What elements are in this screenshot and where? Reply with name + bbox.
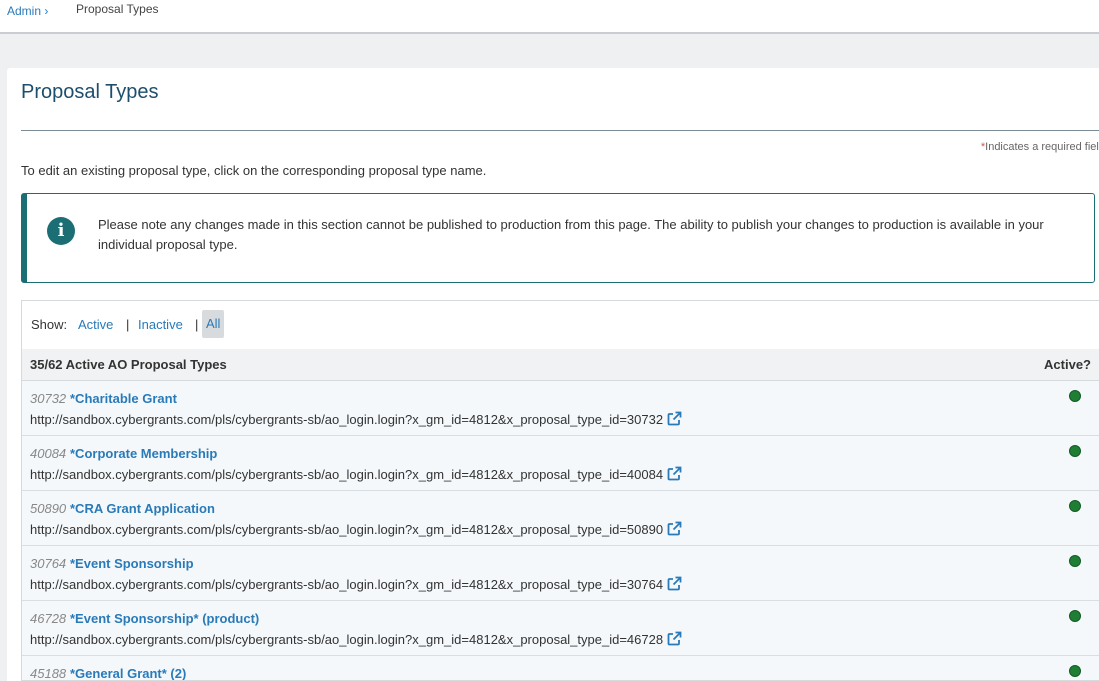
required-field-note: *Indicates a required field [981, 141, 1099, 153]
active-status-dot-icon [1069, 390, 1081, 402]
proposal-type-id: 30732 [30, 391, 67, 406]
proposal-type-id: 30764 [30, 556, 67, 571]
active-status-dot-icon [1069, 500, 1081, 512]
table-row: 30764 *Event Sponsorship http://sandbox.cy… [22, 546, 1099, 601]
proposal-type-id: 40084 [30, 446, 67, 461]
proposal-type-url-text: http://sandbox.cybergrants.com/pls/cyber… [30, 467, 664, 482]
external-link-icon[interactable] [667, 411, 682, 429]
info-alert: i Please note any changes made in this s… [21, 193, 1095, 283]
page-title: Proposal Types [21, 81, 159, 103]
active-status-dot-icon [1069, 610, 1081, 622]
show-label: Show: [31, 317, 68, 332]
filter-all-link[interactable]: All [202, 310, 225, 338]
proposal-type-url-text: http://sandbox.cybergrants.com/pls/cyber… [30, 632, 664, 647]
instructions-text: To edit an existing proposal type, click… [21, 163, 487, 178]
required-note-text: Indicates a required field [985, 141, 1099, 153]
main-panel: Proposal Types *Indicates a required fie… [7, 68, 1099, 681]
filter-inactive-link[interactable]: Inactive [138, 317, 183, 332]
proposal-type-url: http://sandbox.cybergrants.com/pls/cyber… [30, 466, 682, 484]
table-row: 30732 *Charitable Grant http://sandbox.cyb… [22, 381, 1099, 436]
proposal-type-url: http://sandbox.cybergrants.com/pls/cyber… [30, 631, 682, 649]
proposal-type-name-link[interactable]: *Event Sponsorship [70, 556, 194, 571]
external-link-icon[interactable] [667, 631, 682, 649]
proposal-type-id: 45188 [30, 666, 67, 681]
table-header-active: Active? [1044, 357, 1091, 372]
active-status-dot-icon [1069, 665, 1081, 677]
proposal-type-url-text: http://sandbox.cybergrants.com/pls/cyber… [30, 522, 664, 537]
breadcrumb-current: Proposal Types [76, 2, 159, 16]
info-alert-text: Please note any changes made in this sec… [98, 217, 1044, 252]
external-link-icon[interactable] [667, 521, 682, 539]
proposal-type-url-text: http://sandbox.cybergrants.com/pls/cyber… [30, 412, 664, 427]
table-row: 45188 *General Grant* (2) [22, 656, 1099, 681]
top-bar: Admin › Proposal Types [0, 0, 1099, 34]
proposal-type-url-text: http://sandbox.cybergrants.com/pls/cyber… [30, 577, 664, 592]
proposal-type-url: http://sandbox.cybergrants.com/pls/cyber… [30, 521, 682, 539]
table-header-title: 35/62 Active AO Proposal Types [30, 357, 227, 372]
table-row: 50890 *CRA Grant Application http://sandbo… [22, 491, 1099, 546]
proposal-types-table: Show: Active | Inactive | All 35/62 Acti… [21, 300, 1099, 681]
proposal-type-name-link[interactable]: *Charitable Grant [70, 391, 177, 406]
show-filter-bar: Show: Active | Inactive | All [22, 301, 1099, 349]
breadcrumb-admin-link[interactable]: Admin › [7, 4, 48, 18]
external-link-icon[interactable] [667, 466, 682, 484]
active-status-dot-icon [1069, 445, 1081, 457]
table-row: 46728 *Event Sponsorship* (product) http:/… [22, 601, 1099, 656]
proposal-type-url: http://sandbox.cybergrants.com/pls/cyber… [30, 576, 682, 594]
proposal-type-id: 50890 [30, 501, 67, 516]
proposal-type-name-link[interactable]: *CRA Grant Application [70, 501, 215, 516]
table-header: 35/62 Active AO Proposal Types Active? [22, 349, 1099, 381]
proposal-type-id: 46728 [30, 611, 67, 626]
table-row: 40084 *Corporate Membership http://sandbox… [22, 436, 1099, 491]
proposal-type-url: http://sandbox.cybergrants.com/pls/cyber… [30, 411, 682, 429]
title-divider [21, 130, 1099, 131]
proposal-type-name-link[interactable]: *General Grant* (2) [70, 666, 186, 680]
filter-separator: | [126, 317, 130, 332]
filter-active-link[interactable]: Active [78, 317, 113, 332]
active-status-dot-icon [1069, 555, 1081, 567]
proposal-type-name-link[interactable]: *Event Sponsorship* (product) [70, 611, 259, 626]
proposal-type-name-link[interactable]: *Corporate Membership [70, 446, 217, 461]
table-body: 30732 *Charitable Grant http://sandbox.cyb… [22, 381, 1099, 681]
external-link-icon[interactable] [667, 576, 682, 594]
filter-separator: | [195, 317, 199, 332]
info-circle-icon: i [47, 217, 75, 245]
